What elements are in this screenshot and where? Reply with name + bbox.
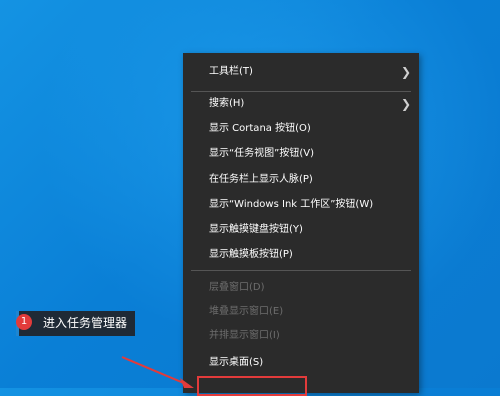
step-badge: 1 [16, 314, 32, 330]
annotation-text: 进入任务管理器 [43, 316, 128, 330]
annotation-callout: 进入任务管理器 [16, 311, 136, 336]
